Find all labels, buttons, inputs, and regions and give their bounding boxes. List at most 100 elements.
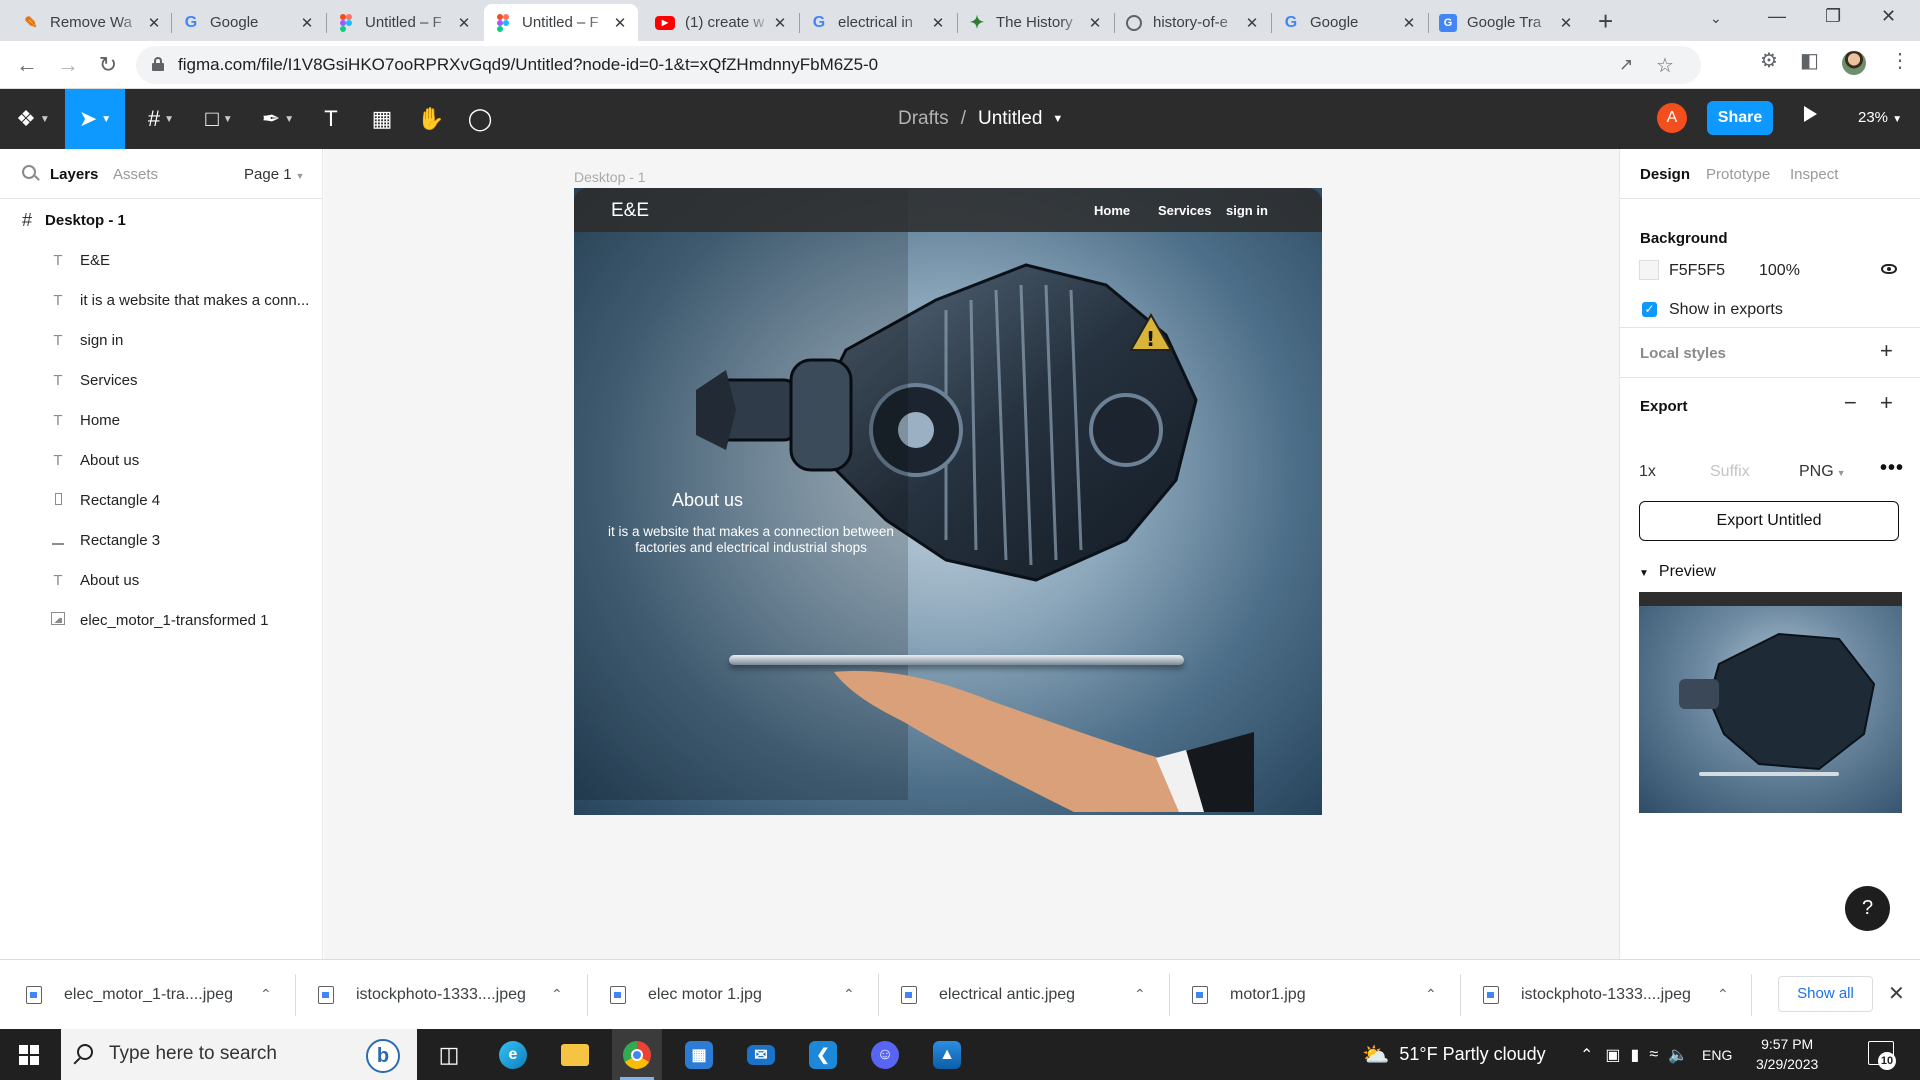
- file-breadcrumb[interactable]: Drafts / Untitled ▼: [898, 89, 1063, 149]
- close-downloads-icon[interactable]: ✕: [1888, 981, 1905, 1006]
- browser-tab[interactable]: G electrical in ✕: [800, 4, 956, 41]
- tab-inspect[interactable]: Inspect: [1790, 166, 1838, 183]
- extensions-icon[interactable]: ⚙: [1760, 48, 1778, 73]
- browser-tab[interactable]: ✦ The History ✕: [958, 4, 1113, 41]
- new-tab-button[interactable]: +: [1598, 6, 1613, 37]
- close-icon[interactable]: ✕: [1401, 14, 1417, 32]
- layer-frame-desktop[interactable]: # Desktop - 1: [22, 210, 126, 231]
- task-view-button[interactable]: ◫: [424, 1029, 474, 1080]
- chevron-up-icon[interactable]: ⌃: [843, 986, 855, 1003]
- bing-icon[interactable]: b: [366, 1039, 400, 1073]
- close-window-icon[interactable]: ✕: [1881, 6, 1896, 27]
- background-hex-input[interactable]: F5F5F5: [1669, 262, 1725, 280]
- move-tool-button[interactable]: ➤ ▼: [65, 89, 125, 149]
- language-indicator[interactable]: ENG: [1702, 1047, 1732, 1063]
- zoom-menu[interactable]: 23% ▼: [1858, 109, 1902, 126]
- chrome-menu-icon[interactable]: ⋮: [1890, 48, 1910, 73]
- layer-item[interactable]: T About us: [0, 440, 323, 480]
- download-item[interactable]: istockphoto-1333....jpeg: [318, 960, 526, 1030]
- browser-tab[interactable]: history-of-e ✕: [1115, 4, 1270, 41]
- chevron-up-icon[interactable]: ⌃: [1425, 986, 1437, 1003]
- visibility-eye-icon[interactable]: [1881, 264, 1897, 274]
- close-icon[interactable]: ✕: [772, 14, 788, 32]
- meet-now-icon[interactable]: ▣: [1605, 1045, 1620, 1065]
- breadcrumb-drafts[interactable]: Drafts: [898, 108, 949, 130]
- browser-tab[interactable]: G Google ✕: [1272, 4, 1427, 41]
- chevron-up-icon[interactable]: ⌃: [1717, 986, 1729, 1003]
- export-scale-select[interactable]: 1x: [1639, 463, 1656, 481]
- layer-item[interactable]: Tsign in: [0, 320, 323, 360]
- frame-label[interactable]: Desktop - 1: [574, 169, 646, 185]
- search-icon[interactable]: [22, 165, 36, 179]
- reload-icon[interactable]: ↻: [92, 49, 124, 81]
- browser-tab[interactable]: G Google ✕: [172, 4, 325, 41]
- layer-item[interactable]: Tit is a website that makes a conn...: [0, 280, 323, 320]
- show-in-exports-checkbox[interactable]: ✓: [1642, 302, 1657, 317]
- layer-item[interactable]: Rectangle 3: [0, 520, 323, 560]
- taskbar-mail[interactable]: ✉: [736, 1029, 786, 1080]
- page-selector[interactable]: Page 1 ▼: [244, 166, 304, 183]
- resources-button[interactable]: ▦: [362, 89, 402, 149]
- close-icon[interactable]: ✕: [1244, 14, 1260, 32]
- hand-tool-button[interactable]: ✋: [411, 89, 451, 149]
- layer-item[interactable]: T Home: [0, 400, 323, 440]
- export-format-select[interactable]: PNG ▼: [1799, 463, 1846, 481]
- browser-tab[interactable]: Untitled – F ✕: [327, 4, 482, 41]
- close-icon[interactable]: ✕: [456, 14, 472, 32]
- download-item[interactable]: motor1.jpg: [1192, 960, 1306, 1030]
- tab-prototype[interactable]: Prototype: [1706, 166, 1770, 183]
- export-button[interactable]: Export Untitled: [1639, 501, 1899, 541]
- back-icon[interactable]: ←: [11, 49, 43, 81]
- comment-tool-button[interactable]: ◯: [460, 89, 500, 149]
- help-button[interactable]: ?: [1845, 886, 1890, 931]
- side-panel-icon[interactable]: ◧: [1800, 48, 1819, 73]
- layer-item[interactable]: T Services: [0, 360, 323, 400]
- browser-tab-active[interactable]: Untitled – F ✕: [484, 4, 638, 41]
- chevron-up-icon[interactable]: ⌃: [551, 986, 563, 1003]
- browser-tab[interactable]: ✎ Remove Wa ✕: [12, 4, 172, 41]
- taskbar-vscode[interactable]: ❮: [798, 1029, 848, 1080]
- share-page-icon[interactable]: ↗: [1619, 55, 1633, 75]
- download-item[interactable]: istockphoto-1333....jpeg: [1483, 960, 1691, 1030]
- maximize-icon[interactable]: ❐: [1825, 6, 1841, 27]
- tab-search-icon[interactable]: ⌄: [1710, 10, 1722, 27]
- figma-menu-button[interactable]: ❖ ▼: [10, 89, 56, 149]
- design-canvas[interactable]: Desktop - 1 ! E&E Home Services sign in …: [324, 149, 1619, 959]
- taskbar-search-box[interactable]: Type here to search b: [61, 1029, 417, 1080]
- download-item[interactable]: elec motor 1.jpg: [610, 960, 762, 1030]
- shape-tool-button[interactable]: □ ▼: [196, 89, 242, 149]
- close-icon[interactable]: ✕: [1087, 14, 1103, 32]
- user-avatar[interactable]: A: [1657, 103, 1687, 133]
- taskbar-photos[interactable]: ▲: [922, 1029, 972, 1080]
- profile-avatar[interactable]: [1842, 51, 1866, 75]
- close-icon[interactable]: ✕: [1558, 14, 1574, 32]
- windows-start-icon[interactable]: [19, 1045, 39, 1065]
- pen-tool-button[interactable]: ✒ ▼: [255, 89, 301, 149]
- close-icon[interactable]: ✕: [146, 14, 162, 32]
- remove-export-minus-icon[interactable]: −: [1844, 390, 1857, 416]
- browser-tab[interactable]: G Google Tra ✕: [1429, 4, 1584, 41]
- browser-tab[interactable]: ▶ (1) create w ✕: [645, 4, 798, 41]
- add-style-plus-icon[interactable]: +: [1880, 338, 1893, 364]
- wifi-icon[interactable]: ≈: [1649, 1046, 1658, 1064]
- download-item[interactable]: elec_motor_1-tra....jpeg: [26, 960, 233, 1030]
- tab-assets[interactable]: Assets: [113, 166, 158, 183]
- text-tool-button[interactable]: T: [314, 89, 348, 149]
- close-icon[interactable]: ✕: [299, 14, 315, 32]
- chevron-up-icon[interactable]: ⌃: [1134, 986, 1146, 1003]
- taskbar-chrome[interactable]: [612, 1029, 662, 1080]
- show-all-downloads-button[interactable]: Show all: [1778, 976, 1873, 1012]
- forward-icon[interactable]: →: [52, 49, 84, 81]
- taskbar-discord[interactable]: ☺: [860, 1029, 910, 1080]
- background-color-swatch[interactable]: [1639, 260, 1659, 280]
- chevron-up-icon[interactable]: ⌃: [1580, 1045, 1593, 1065]
- close-icon[interactable]: ✕: [612, 14, 628, 32]
- layer-item[interactable]: Rectangle 4: [0, 480, 323, 520]
- more-options-icon[interactable]: •••: [1880, 457, 1904, 480]
- background-opacity-input[interactable]: 100%: [1759, 262, 1800, 280]
- tab-layers[interactable]: Layers: [50, 166, 98, 183]
- weather-widget[interactable]: ⛅ 51°F Partly cloudy: [1362, 1029, 1546, 1080]
- desktop-frame[interactable]: ! E&E Home Services sign in About us it …: [574, 188, 1322, 815]
- present-play-icon[interactable]: [1804, 106, 1817, 122]
- taskbar-store[interactable]: ▦: [674, 1029, 724, 1080]
